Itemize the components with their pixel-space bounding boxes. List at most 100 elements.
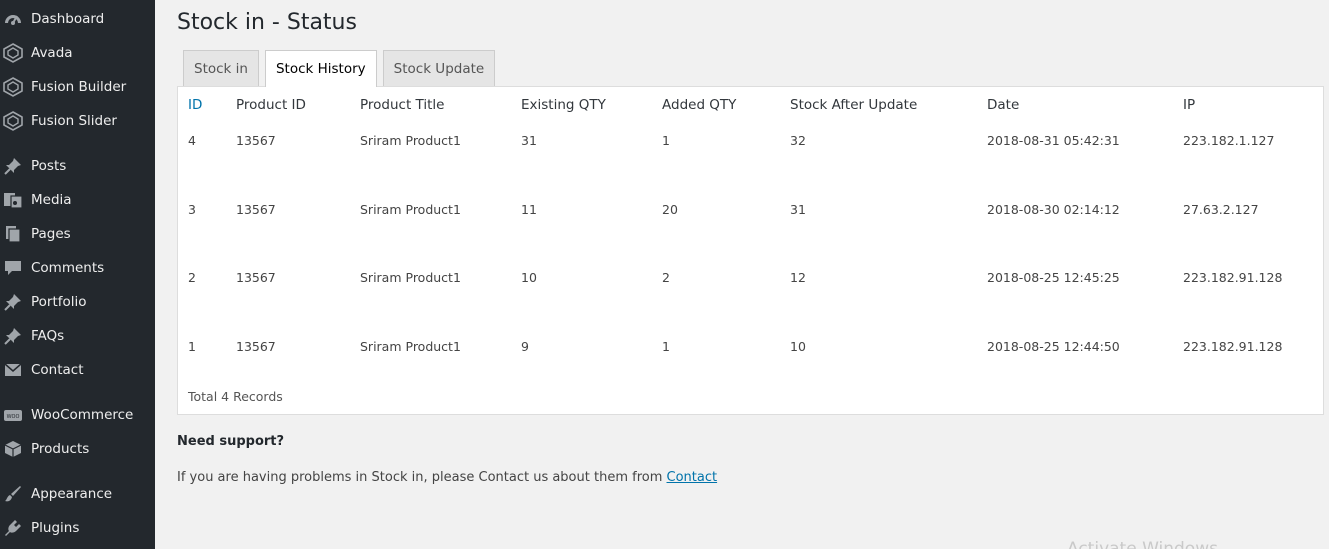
- sidebar-item-label: Fusion Builder: [31, 79, 127, 95]
- support-text: If you are having problems in Stock in, …: [177, 470, 717, 485]
- sidebar-item-label: Portfolio: [31, 294, 87, 310]
- column-header-existing-qty: Existing QTY: [521, 97, 606, 113]
- sidebar-item-fusion-slider[interactable]: Fusion Slider: [0, 104, 155, 138]
- sidebar-item-pages[interactable]: Pages: [0, 217, 155, 251]
- pin-icon: [3, 156, 23, 176]
- cell-date: 2018-08-25 12:45:25: [987, 270, 1120, 285]
- fusion-slider-icon: [3, 111, 23, 131]
- cell-existing-qty: 9: [521, 339, 529, 354]
- box-icon: [3, 439, 23, 459]
- cell-stock-after-update: 10: [790, 339, 806, 354]
- sidebar-item-posts[interactable]: Posts: [0, 149, 155, 183]
- column-header-date: Date: [987, 97, 1020, 113]
- cell-existing-qty: 31: [521, 133, 537, 148]
- tab-stock-update[interactable]: Stock Update: [382, 50, 496, 86]
- avada-icon: [3, 43, 23, 63]
- cell-product-id: 13567: [236, 339, 276, 354]
- cell-product-id: 13567: [236, 202, 276, 217]
- sidebar-item-woocommerce[interactable]: WOO WooCommerce: [0, 398, 155, 432]
- admin-sidebar: Dashboard Avada Fusion Builder Fusion Sl…: [0, 0, 155, 549]
- envelope-icon: [3, 360, 23, 380]
- column-header-stock-after-update: Stock After Update: [790, 97, 918, 113]
- fusion-builder-icon: [3, 77, 23, 97]
- page-title: Stock in - Status: [177, 10, 357, 35]
- pin-icon: [3, 326, 23, 346]
- sidebar-item-label: Pages: [31, 226, 71, 242]
- tab-stock-in[interactable]: Stock in: [183, 50, 259, 86]
- sidebar-item-label: Contact: [31, 362, 84, 378]
- sidebar-item-label: Avada: [31, 45, 73, 61]
- cell-product-title: Sriram Product1: [360, 270, 461, 285]
- cell-product-title: Sriram Product1: [360, 339, 461, 354]
- cell-id: 1: [188, 339, 196, 354]
- sidebar-item-label: Plugins: [31, 520, 80, 536]
- cell-existing-qty: 11: [521, 202, 537, 217]
- sidebar-item-dashboard[interactable]: Dashboard: [0, 2, 155, 36]
- cell-stock-after-update: 32: [790, 133, 806, 148]
- media-icon: [3, 190, 23, 210]
- cell-stock-after-update: 31: [790, 202, 806, 217]
- comment-icon: [3, 258, 23, 278]
- column-header-id[interactable]: ID: [188, 97, 202, 113]
- sidebar-item-comments[interactable]: Comments: [0, 251, 155, 285]
- sidebar-item-label: Fusion Slider: [31, 113, 117, 129]
- cell-date: 2018-08-31 05:42:31: [987, 133, 1120, 148]
- column-header-added-qty: Added QTY: [662, 97, 737, 113]
- column-header-product-title: Product Title: [360, 97, 445, 113]
- stock-history-table: ID Product ID Product Title Existing QTY…: [177, 86, 1324, 415]
- sidebar-item-label: Appearance: [31, 486, 113, 502]
- cell-id: 4: [188, 133, 196, 148]
- sidebar-item-avada[interactable]: Avada: [0, 36, 155, 70]
- cell-product-title: Sriram Product1: [360, 133, 461, 148]
- cell-ip: 223.182.91.128: [1183, 270, 1283, 285]
- sidebar-item-label: Products: [31, 441, 90, 457]
- sidebar-item-label: WooCommerce: [31, 407, 134, 423]
- main-content: Stock in - Status Stock in Stock History…: [155, 0, 1329, 549]
- sidebar-item-products[interactable]: Products: [0, 432, 155, 466]
- cell-added-qty: 20: [662, 202, 678, 217]
- total-records: Total 4 Records: [188, 389, 283, 404]
- pin-icon: [3, 292, 23, 312]
- sidebar-item-portfolio[interactable]: Portfolio: [0, 285, 155, 319]
- dashboard-icon: [3, 9, 23, 29]
- cell-added-qty: 1: [662, 339, 670, 354]
- support-message: If you are having problems in Stock in, …: [177, 470, 663, 485]
- sidebar-item-label: Media: [31, 192, 72, 208]
- support-heading: Need support?: [177, 434, 285, 449]
- sidebar-item-fusion-builder[interactable]: Fusion Builder: [0, 70, 155, 104]
- tab-stock-history[interactable]: Stock History: [264, 50, 377, 87]
- tab-bar: Stock in Stock History Stock Update: [183, 50, 501, 87]
- svg-text:WOO: WOO: [7, 414, 20, 420]
- cell-added-qty: 1: [662, 133, 670, 148]
- sidebar-item-contact[interactable]: Contact: [0, 353, 155, 387]
- sidebar-item-plugins[interactable]: Plugins: [0, 511, 155, 545]
- plug-icon: [3, 518, 23, 538]
- cell-date: 2018-08-30 02:14:12: [987, 202, 1120, 217]
- cell-existing-qty: 10: [521, 270, 537, 285]
- cell-stock-after-update: 12: [790, 270, 806, 285]
- sidebar-item-label: Posts: [31, 158, 67, 174]
- sidebar-item-appearance[interactable]: Appearance: [0, 477, 155, 511]
- cell-added-qty: 2: [662, 270, 670, 285]
- column-header-ip: IP: [1183, 97, 1196, 113]
- brush-icon: [3, 484, 23, 504]
- woocommerce-icon: WOO: [3, 405, 23, 425]
- cell-id: 3: [188, 202, 196, 217]
- cell-product-id: 13567: [236, 270, 276, 285]
- cell-ip: 223.182.1.127: [1183, 133, 1275, 148]
- sidebar-item-label: Dashboard: [31, 11, 105, 27]
- cell-ip: 223.182.91.128: [1183, 339, 1283, 354]
- column-header-product-id: Product ID: [236, 97, 306, 113]
- sidebar-item-media[interactable]: Media: [0, 183, 155, 217]
- cell-product-id: 13567: [236, 133, 276, 148]
- pages-icon: [3, 224, 23, 244]
- activate-windows-watermark: Activate Windows: [1067, 539, 1218, 549]
- sidebar-item-faqs[interactable]: FAQs: [0, 319, 155, 353]
- sidebar-item-label: FAQs: [31, 328, 65, 344]
- contact-link[interactable]: Contact: [667, 470, 718, 485]
- cell-ip: 27.63.2.127: [1183, 202, 1259, 217]
- sidebar-item-label: Comments: [31, 260, 105, 276]
- cell-product-title: Sriram Product1: [360, 202, 461, 217]
- cell-id: 2: [188, 270, 196, 285]
- cell-date: 2018-08-25 12:44:50: [987, 339, 1120, 354]
